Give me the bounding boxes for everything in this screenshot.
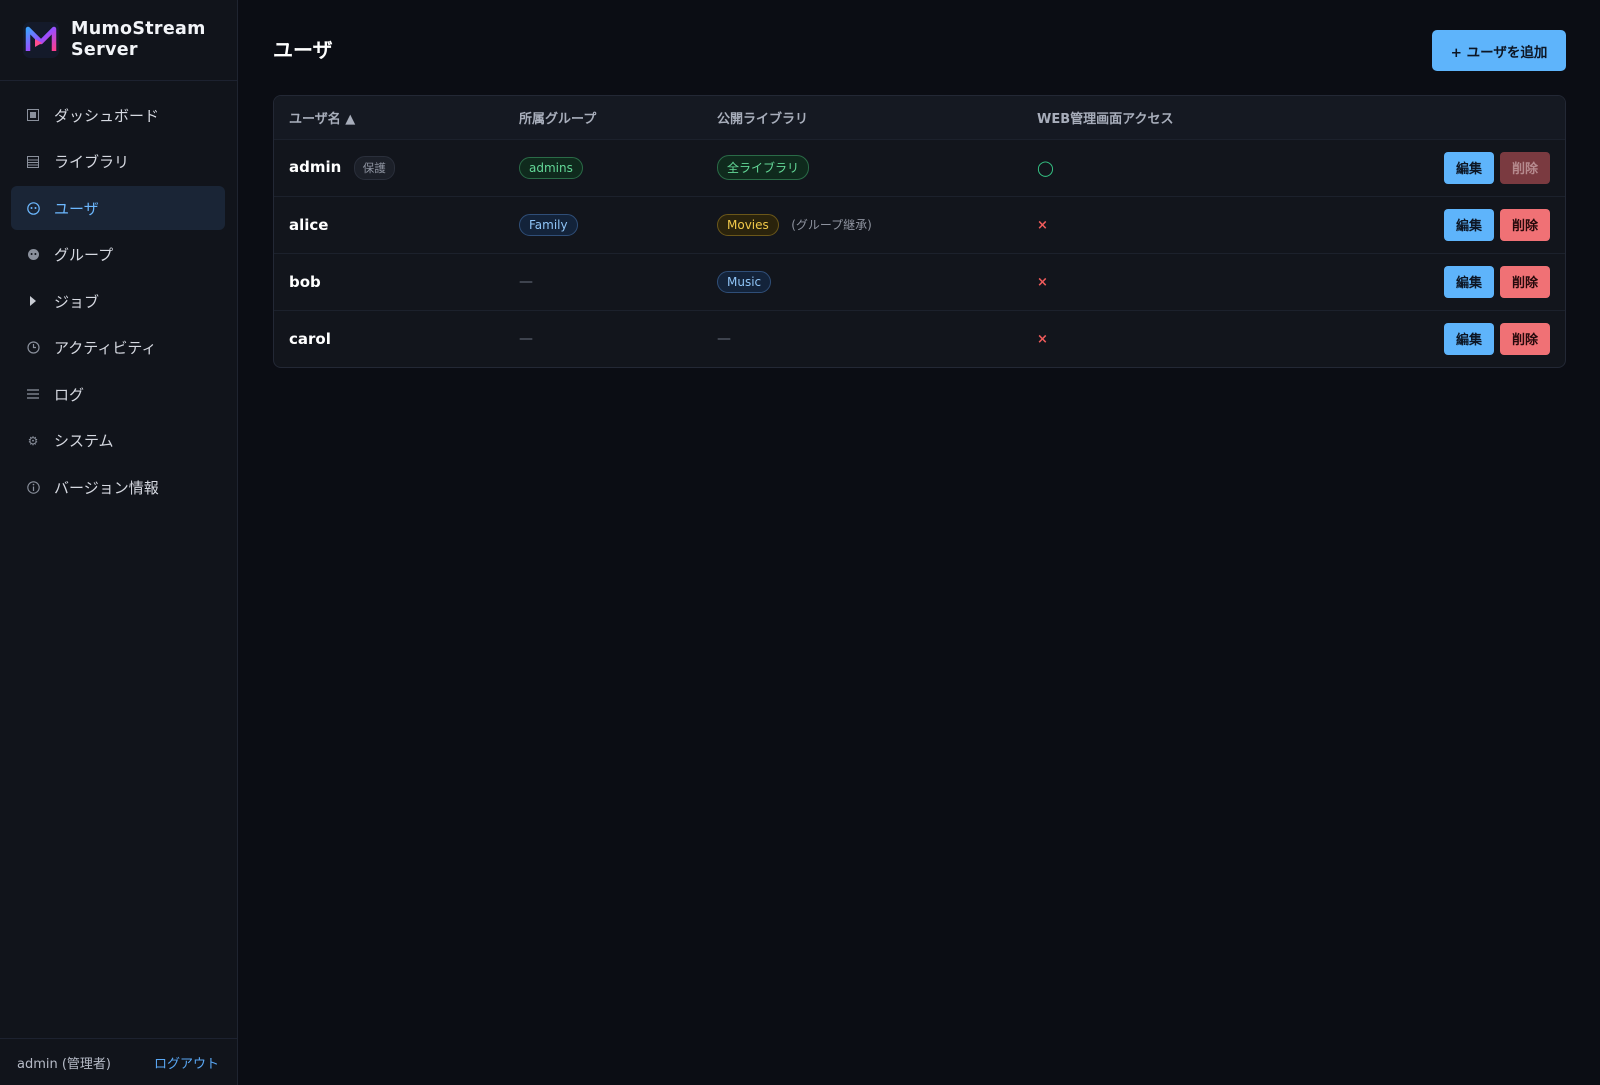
sidebar-item-system[interactable]: ⚙ システム	[11, 419, 225, 463]
sidebar-nav: ダッシュボード ライブラリ ユーザ グループ ジョブ アクティビティ ログ ⚙ …	[0, 81, 237, 512]
group-badge: Family	[519, 213, 578, 236]
table-row: alice Family Movies (グループ継承) × 編集 削除	[274, 195, 1565, 253]
logout-link[interactable]: ログアウト	[154, 1053, 219, 1072]
library-inherit-note: (グループ継承)	[791, 217, 872, 232]
library-badge: Movies	[717, 213, 779, 236]
edit-button[interactable]: 編集	[1444, 322, 1494, 355]
sidebar-item-label: バージョン情報	[54, 478, 159, 497]
sidebar-item-label: アクティビティ	[54, 339, 157, 357]
sidebar-item-about[interactable]: バージョン情報	[11, 465, 225, 509]
web-access-no-icon: ×	[1037, 274, 1048, 290]
username: admin	[289, 157, 342, 176]
edit-button[interactable]: 編集	[1444, 208, 1494, 241]
sidebar-item-label: ライブラリ	[54, 153, 130, 171]
sidebar-item-label: ジョブ	[54, 292, 100, 311]
sidebar-item-dashboard[interactable]: ダッシュボード	[11, 93, 225, 137]
username: carol	[289, 329, 331, 348]
header-library: 公開ライブラリ	[702, 96, 1022, 139]
list-icon	[26, 387, 40, 401]
delete-button: 削除	[1500, 151, 1550, 184]
web-access-yes-icon: ◯	[1037, 158, 1054, 177]
info-icon	[26, 480, 40, 494]
delete-button[interactable]: 削除	[1500, 322, 1550, 355]
brand: MumoStream Server	[0, 0, 237, 81]
page-title: ユーザ	[273, 38, 333, 62]
sidebar: MumoStream Server ダッシュボード ライブラリ ユーザ グループ…	[0, 0, 238, 1085]
group-icon	[26, 248, 40, 262]
header-web-access: WEB管理画面アクセス	[1022, 96, 1322, 139]
header-actions	[1322, 96, 1565, 139]
app-logo-icon	[23, 22, 59, 58]
library-badge: Music	[717, 270, 772, 293]
users-table: ユーザ名 ▲ 所属グループ 公開ライブラリ WEB管理画面アクセス admin …	[273, 95, 1566, 368]
gear-icon: ⚙	[27, 433, 39, 448]
sidebar-item-label: ユーザ	[54, 199, 99, 218]
sidebar-item-label: ログ	[54, 385, 85, 404]
username: alice	[289, 215, 329, 234]
web-access-no-icon: ×	[1037, 331, 1048, 347]
protected-badge: 保護	[353, 155, 395, 180]
user-icon	[26, 201, 40, 215]
app-name-line2: Server	[71, 40, 138, 60]
table-header-row: ユーザ名 ▲ 所属グループ 公開ライブラリ WEB管理画面アクセス	[274, 96, 1565, 139]
library-icon	[26, 155, 40, 169]
table-row: admin 保護 admins 全ライブラリ ◯ 編集 削除	[274, 138, 1565, 196]
web-access-no-icon: ×	[1037, 217, 1048, 233]
sidebar-item-logs[interactable]: ログ	[11, 372, 225, 416]
sidebar-item-label: グループ	[54, 246, 114, 264]
app-root: MumoStream Server ダッシュボード ライブラリ ユーザ グループ…	[0, 0, 1600, 1085]
delete-button[interactable]: 削除	[1500, 208, 1550, 241]
group-empty: —	[519, 273, 533, 290]
sidebar-item-groups[interactable]: グループ	[11, 233, 225, 277]
edit-button[interactable]: 編集	[1444, 265, 1494, 298]
sidebar-item-label: システム	[54, 432, 114, 450]
group-badge: admins	[519, 156, 583, 179]
sidebar-item-jobs[interactable]: ジョブ	[11, 279, 225, 323]
header-group: 所属グループ	[504, 96, 702, 139]
library-empty: —	[717, 330, 731, 347]
play-icon	[26, 294, 40, 308]
table-row: bob — Music × 編集 削除	[274, 252, 1565, 310]
sidebar-item-activity[interactable]: アクティビティ	[11, 326, 225, 370]
sidebar-item-label: ダッシュボード	[54, 106, 160, 125]
username: bob	[289, 272, 321, 291]
sidebar-item-library[interactable]: ライブラリ	[11, 140, 225, 184]
dashboard-icon	[26, 108, 40, 122]
page-header: ユーザ	[273, 34, 333, 63]
clock-icon	[26, 341, 40, 355]
add-user-button[interactable]: + ユーザを追加	[1432, 30, 1566, 71]
sidebar-item-users[interactable]: ユーザ	[11, 186, 225, 230]
delete-button[interactable]: 削除	[1500, 265, 1550, 298]
main-content: ユーザ + ユーザを追加 ユーザ名 ▲ 所属グループ 公開ライブラリ WEB管理…	[238, 0, 1600, 1085]
table-row: carol — — × 編集 削除	[274, 309, 1565, 367]
sidebar-footer: admin (管理者) ログアウト	[0, 1038, 237, 1085]
edit-button[interactable]: 編集	[1444, 151, 1494, 184]
header-username[interactable]: ユーザ名 ▲	[274, 96, 504, 139]
current-user: admin (管理者)	[17, 1056, 112, 1072]
app-name-line1: MumoStream	[71, 19, 206, 39]
group-empty: —	[519, 330, 533, 347]
library-badge: 全ライブラリ	[717, 155, 810, 180]
